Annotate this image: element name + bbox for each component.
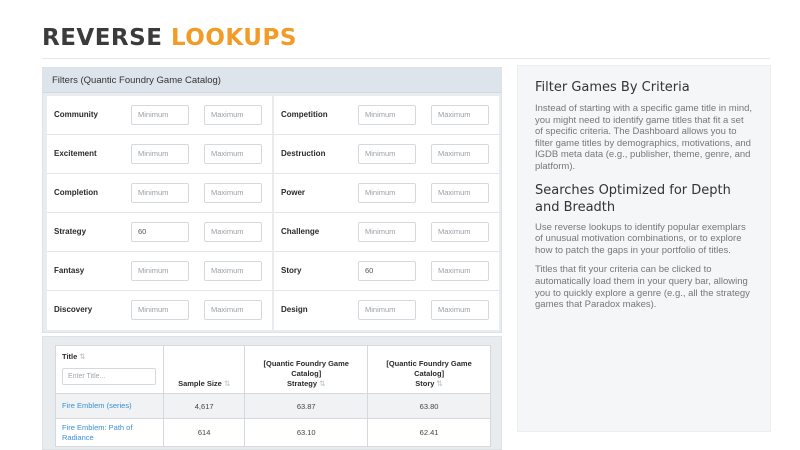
power-max-input[interactable]: Maximum — [431, 183, 489, 203]
column-strategy-line2: Catalog] — [291, 369, 322, 378]
info-paragraph-3: Titles that fit your criteria can be cli… — [535, 264, 750, 311]
community-max-input[interactable]: Maximum — [204, 105, 262, 125]
column-strategy-line3: Strategy — [287, 379, 318, 388]
fantasy-min-input[interactable]: Minimum — [131, 261, 189, 281]
info-paragraph-2: Use reverse lookups to identify popular … — [535, 221, 746, 256]
story-min-input[interactable]: 60 — [358, 261, 416, 281]
filter-label-fantasy: Fantasy — [54, 266, 85, 275]
column-story-line2: Catalog] — [414, 369, 445, 378]
sort-icon[interactable]: ⇅ — [437, 379, 443, 388]
completion-min-input[interactable]: Minimum — [131, 183, 189, 203]
column-header-sample-size[interactable]: Sample Size ⇅ — [162, 345, 246, 394]
excitement-min-input[interactable]: Minimum — [131, 144, 189, 164]
filter-row-competition: Competition Minimum Maximum — [274, 96, 499, 135]
title-divider — [42, 58, 770, 59]
filter-label-destruction: Destruction — [281, 149, 326, 158]
challenge-min-input[interactable]: Minimum — [358, 222, 416, 242]
destruction-min-input[interactable]: Minimum — [358, 144, 416, 164]
filter-label-discovery: Discovery — [54, 305, 93, 314]
challenge-max-input[interactable]: Maximum — [431, 222, 489, 242]
story-cell: 63.80 — [367, 393, 491, 419]
info-panel: Filter Games By Criteria Instead of star… — [517, 65, 771, 432]
filter-row-community: Community Minimum Maximum — [47, 96, 272, 135]
sample-size-cell: 614 — [162, 418, 246, 447]
strategy-max-input[interactable]: Maximum — [204, 222, 262, 242]
table-row[interactable]: Fire Emblem: Path of Radiance 614 63.10 … — [55, 418, 491, 447]
sort-icon[interactable]: ⇅ — [79, 352, 85, 361]
results-panel: Title ⇅ Enter Title... Sample Size ⇅ [Qu… — [42, 336, 502, 450]
page-title-reverse: REVERSE — [42, 25, 163, 51]
column-sample-size-label: Sample Size — [178, 379, 222, 388]
filters-body: Community Minimum Maximum Excitement Min… — [47, 96, 499, 330]
filter-row-fantasy: Fantasy Minimum Maximum — [47, 252, 272, 291]
column-story-line3: Story — [415, 379, 435, 388]
info-heading-searches: Searches Optimized for Depth and Breadth — [535, 182, 731, 215]
destruction-max-input[interactable]: Maximum — [431, 144, 489, 164]
competition-max-input[interactable]: Maximum — [431, 105, 489, 125]
story-cell: 62.41 — [367, 418, 491, 447]
sort-icon[interactable]: ⇅ — [319, 379, 325, 388]
filters-column-right: Competition Minimum Maximum Destruction … — [274, 96, 499, 330]
strategy-cell: 63.10 — [244, 418, 369, 447]
column-header-title[interactable]: Title ⇅ Enter Title... — [55, 345, 164, 394]
table-row[interactable]: Fire Emblem (series) 4,617 63.87 63.80 — [55, 393, 491, 419]
sample-size-cell: 4,617 — [162, 393, 246, 419]
filter-label-excitement: Excitement — [54, 149, 97, 158]
column-title-label: Title — [62, 352, 78, 361]
column-header-story[interactable]: [Quantic Foundry Game Catalog] Story ⇅ — [367, 345, 491, 394]
filter-row-power: Power Minimum Maximum — [274, 174, 499, 213]
sort-icon[interactable]: ⇅ — [224, 379, 230, 388]
filters-column-left: Community Minimum Maximum Excitement Min… — [47, 96, 272, 330]
results-table: Title ⇅ Enter Title... Sample Size ⇅ [Qu… — [55, 345, 491, 447]
excitement-max-input[interactable]: Maximum — [204, 144, 262, 164]
strategy-min-input[interactable]: 60 — [131, 222, 189, 242]
filters-header: Filters (Quantic Foundry Game Catalog) — [43, 68, 501, 93]
page-title-lookups: LOOKUPS — [170, 25, 297, 51]
column-strategy-line1: [Quantic Foundry Game — [263, 359, 349, 368]
filter-label-competition: Competition — [281, 110, 328, 119]
filter-label-power: Power — [281, 188, 306, 197]
community-min-input[interactable]: Minimum — [131, 105, 189, 125]
filter-row-strategy: Strategy 60 Maximum — [47, 213, 272, 252]
competition-min-input[interactable]: Minimum — [358, 105, 416, 125]
design-max-input[interactable]: Maximum — [431, 300, 489, 320]
page-title: REVERSE LOOKUPS — [42, 24, 297, 52]
filter-row-design: Design Minimum Maximum — [274, 291, 499, 330]
filter-label-strategy: Strategy — [54, 227, 87, 236]
filter-label-design: Design — [281, 305, 308, 314]
filters-panel: Filters (Quantic Foundry Game Catalog) C… — [42, 67, 502, 333]
filter-label-completion: Completion — [54, 188, 98, 197]
filter-label-challenge: Challenge — [281, 227, 320, 236]
filter-label-story: Story — [281, 266, 302, 275]
design-min-input[interactable]: Minimum — [358, 300, 416, 320]
info-heading-filter-games: Filter Games By Criteria — [535, 80, 690, 95]
completion-max-input[interactable]: Maximum — [204, 183, 262, 203]
info-paragraph-1: Instead of starting with a specific game… — [535, 103, 753, 172]
power-min-input[interactable]: Minimum — [358, 183, 416, 203]
fantasy-max-input[interactable]: Maximum — [204, 261, 262, 281]
strategy-cell: 63.87 — [244, 393, 369, 419]
column-story-line1: [Quantic Foundry Game — [386, 359, 472, 368]
filter-row-excitement: Excitement Minimum Maximum — [47, 135, 272, 174]
discovery-max-input[interactable]: Maximum — [204, 300, 262, 320]
filter-row-challenge: Challenge Minimum Maximum — [274, 213, 499, 252]
game-title-link[interactable]: Fire Emblem (series) — [55, 393, 164, 419]
filter-row-discovery: Discovery Minimum Maximum — [47, 291, 272, 330]
filter-row-destruction: Destruction Minimum Maximum — [274, 135, 499, 174]
discovery-min-input[interactable]: Minimum — [131, 300, 189, 320]
filter-row-completion: Completion Minimum Maximum — [47, 174, 272, 213]
filter-row-story: Story 60 Maximum — [274, 252, 499, 291]
story-max-input[interactable]: Maximum — [431, 261, 489, 281]
title-filter-input[interactable]: Enter Title... — [62, 368, 156, 385]
results-header-row: Title ⇅ Enter Title... Sample Size ⇅ [Qu… — [55, 345, 491, 394]
column-header-strategy[interactable]: [Quantic Foundry Game Catalog] Strategy … — [244, 345, 369, 394]
game-title-link[interactable]: Fire Emblem: Path of Radiance — [55, 418, 164, 447]
filter-label-community: Community — [54, 110, 98, 119]
